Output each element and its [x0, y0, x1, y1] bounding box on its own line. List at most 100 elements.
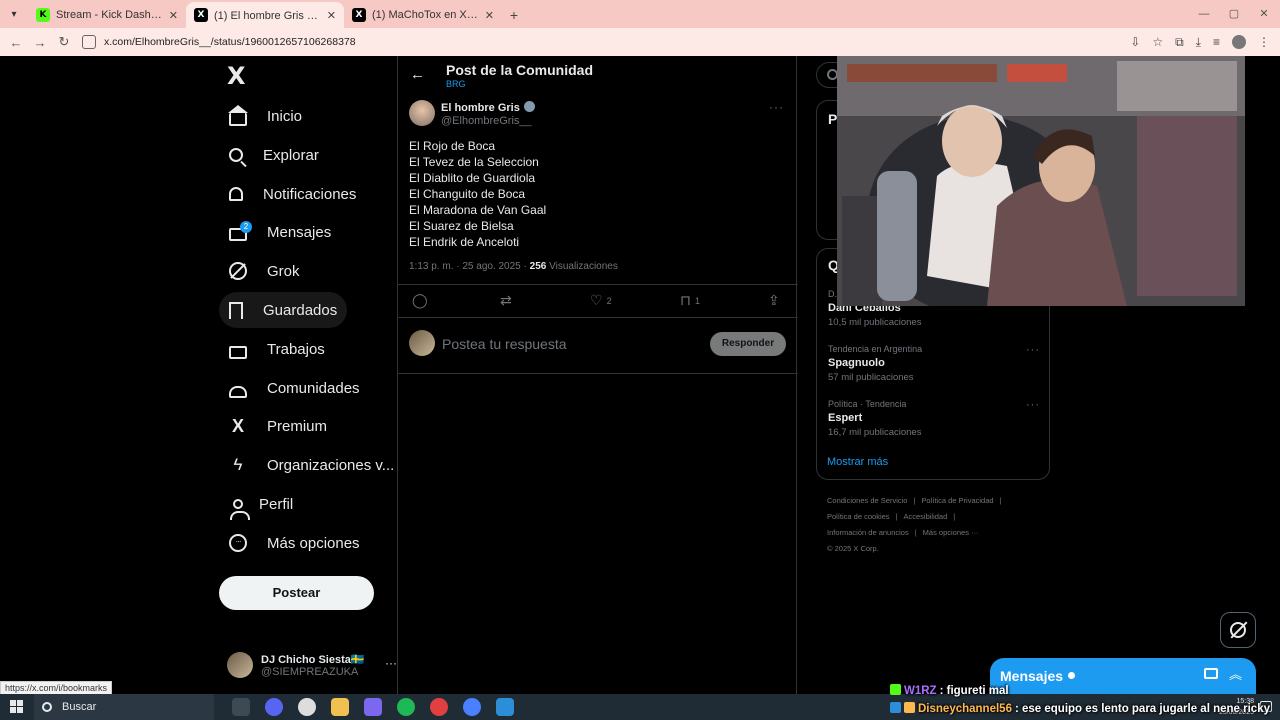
- nav-item-mensajes[interactable]: 2 Mensajes: [219, 214, 341, 250]
- account-switcher[interactable]: DJ Chicho Siesta🇸🇪 @SIEMPREAZUKA ···: [227, 648, 397, 682]
- show-more-link[interactable]: Mostrar más: [827, 456, 888, 468]
- windows-start-icon[interactable]: [10, 700, 23, 713]
- footer-link[interactable]: Política de cookies: [827, 512, 890, 521]
- back-arrow-icon[interactable]: ←: [410, 66, 425, 83]
- chat-message: W1RZ: figureti mal: [890, 682, 1280, 700]
- nav-item-inicio[interactable]: Inicio: [219, 98, 312, 134]
- media-icon[interactable]: ≡: [1213, 35, 1220, 49]
- taskbar-search-label: Buscar: [62, 701, 97, 713]
- url-field[interactable]: x.com/ElhombreGris__/status/196001265710…: [104, 36, 356, 48]
- download-icon[interactable]: ⤓: [1196, 35, 1201, 50]
- trend-more-icon[interactable]: ···: [1026, 344, 1040, 356]
- post-more-icon[interactable]: ···: [769, 100, 784, 114]
- tab-title: (1) MaChoTox en X: "La verdad...: [372, 9, 481, 21]
- tab-search-icon[interactable]: ▾: [0, 0, 28, 28]
- nav-item-explorar[interactable]: Explorar: [219, 137, 329, 173]
- file-explorer-icon[interactable]: [331, 698, 349, 716]
- post-line: El Tevez de la Seleccion: [409, 155, 539, 169]
- footer-link[interactable]: Política de Privacidad: [921, 496, 993, 505]
- chevron-up-icon[interactable]: ︽: [1229, 664, 1242, 683]
- author-handle[interactable]: @ElhombreGris__: [441, 115, 532, 127]
- grok-floating-button[interactable]: [1220, 612, 1256, 648]
- account-menu-icon[interactable]: ···: [385, 656, 397, 670]
- footer-links: Condiciones de Servicio | Política de Priv…: [827, 493, 1047, 557]
- page-title: Post de la Comunidad: [446, 62, 594, 78]
- site-info-icon[interactable]: [82, 35, 96, 49]
- taskbar-search[interactable]: Buscar: [34, 694, 214, 720]
- address-bar: ← → ↻ x.com/ElhombreGris__/status/196001…: [0, 28, 1280, 56]
- reload-icon[interactable]: ↻: [52, 34, 76, 50]
- nav-item-mas-opciones[interactable]: ··· Más opciones: [219, 525, 370, 561]
- install-app-icon[interactable]: ⇩: [1130, 35, 1140, 49]
- reply-button[interactable]: Responder: [710, 332, 786, 356]
- bookmark-icon: ⊓: [680, 293, 691, 309]
- like-action[interactable]: ♡ 2: [590, 293, 612, 309]
- nav-item-grok[interactable]: Grok: [219, 253, 310, 289]
- close-window-icon[interactable]: ✕: [1248, 0, 1280, 28]
- forward-nav-icon[interactable]: →: [28, 35, 52, 50]
- extensions-icon[interactable]: ⧉: [1175, 35, 1184, 50]
- minimize-icon[interactable]: —: [1188, 0, 1220, 28]
- footer-separator: |: [895, 512, 898, 521]
- nav-label: Organizaciones v...: [267, 456, 395, 474]
- footer-link[interactable]: Más opciones ···: [923, 528, 979, 537]
- grok-icon: [1230, 622, 1246, 638]
- nav-item-guardados[interactable]: Guardados: [219, 292, 348, 328]
- tab-title: (1) El hombre Gris ◯ en X: "@...: [214, 9, 323, 22]
- footer-link[interactable]: Accesibilidad: [904, 512, 948, 521]
- footer-separator: |: [953, 512, 956, 521]
- post-line: El Diablito de Guardiola: [409, 171, 536, 185]
- footer-link[interactable]: Condiciones de Servicio: [827, 496, 907, 505]
- avatar: [227, 652, 253, 678]
- chrome-icon[interactable]: [430, 698, 448, 716]
- browser-tab-2[interactable]: X (1) MaChoTox en X: "La verdad... ✕: [344, 2, 502, 28]
- task-view-icon[interactable]: [232, 698, 250, 716]
- tab-close-icon[interactable]: ✕: [169, 9, 178, 22]
- new-tab-button[interactable]: +: [502, 2, 526, 28]
- bookmark-action[interactable]: ⊓ 1: [680, 293, 700, 309]
- maximize-icon[interactable]: ▢: [1218, 0, 1250, 28]
- post-button[interactable]: Postear: [219, 576, 374, 610]
- profile-avatar[interactable]: [1232, 35, 1246, 49]
- trend-more-icon[interactable]: ···: [1026, 399, 1040, 411]
- app-icon[interactable]: [463, 698, 481, 716]
- reply-action[interactable]: ◯: [412, 293, 432, 309]
- browser-menu-icon[interactable]: ⋮: [1258, 35, 1270, 49]
- x-logo-icon[interactable]: X: [227, 62, 246, 90]
- trend-item[interactable]: Política · Tendencia Espert 16,7 mil pub…: [828, 399, 1040, 438]
- copilot-icon[interactable]: [364, 698, 382, 716]
- browser-tab-1[interactable]: X (1) El hombre Gris ◯ en X: "@... ✕: [186, 2, 344, 28]
- tab-close-icon[interactable]: ✕: [485, 9, 494, 22]
- obs-icon[interactable]: [298, 698, 316, 716]
- browser-tab-0[interactable]: K Stream - Kick Dashboard ✕: [28, 2, 186, 28]
- nav-label: Premium: [267, 417, 328, 435]
- footer-separator: |: [914, 528, 917, 537]
- nav-item-organizaciones[interactable]: ϟ Organizaciones v...: [219, 447, 404, 483]
- app-icon[interactable]: [496, 698, 514, 716]
- compose-message-icon[interactable]: [1204, 668, 1218, 679]
- nav-item-comunidades[interactable]: Comunidades: [219, 370, 370, 406]
- nav-item-trabajos[interactable]: Trabajos: [219, 331, 335, 367]
- post-time[interactable]: 1:13 p. m. · 25 ago. 2025 ·: [409, 261, 530, 272]
- trend-item[interactable]: Tendencia en Argentina Spagnuolo 57 mil …: [828, 344, 1040, 383]
- repost-action[interactable]: ⇄: [500, 293, 516, 309]
- nav-item-premium[interactable]: X Premium: [219, 408, 337, 444]
- discord-icon[interactable]: [265, 698, 283, 716]
- nav-item-notificaciones[interactable]: Notificaciones: [219, 176, 366, 212]
- spotify-icon[interactable]: [397, 698, 415, 716]
- share-action[interactable]: ⇪: [768, 293, 780, 309]
- like-count: 2: [606, 296, 612, 306]
- footer-link[interactable]: Información de anuncios: [827, 528, 909, 537]
- post-line: El Rojo de Boca: [409, 139, 496, 153]
- trend-name: Espert: [828, 412, 863, 424]
- community-link[interactable]: BRG: [446, 79, 466, 89]
- author-name-row[interactable]: El hombre Gris: [441, 101, 535, 114]
- nav-item-perfil[interactable]: Perfil: [219, 486, 303, 522]
- author-avatar[interactable]: [409, 100, 435, 126]
- post-line: El Changuito de Boca: [409, 187, 526, 201]
- reply-input[interactable]: [442, 334, 692, 354]
- back-nav-icon[interactable]: ←: [4, 35, 28, 50]
- author-name[interactable]: El hombre Gris: [441, 102, 520, 114]
- star-icon[interactable]: ☆: [1152, 35, 1163, 49]
- tab-close-icon[interactable]: ✕: [327, 9, 336, 22]
